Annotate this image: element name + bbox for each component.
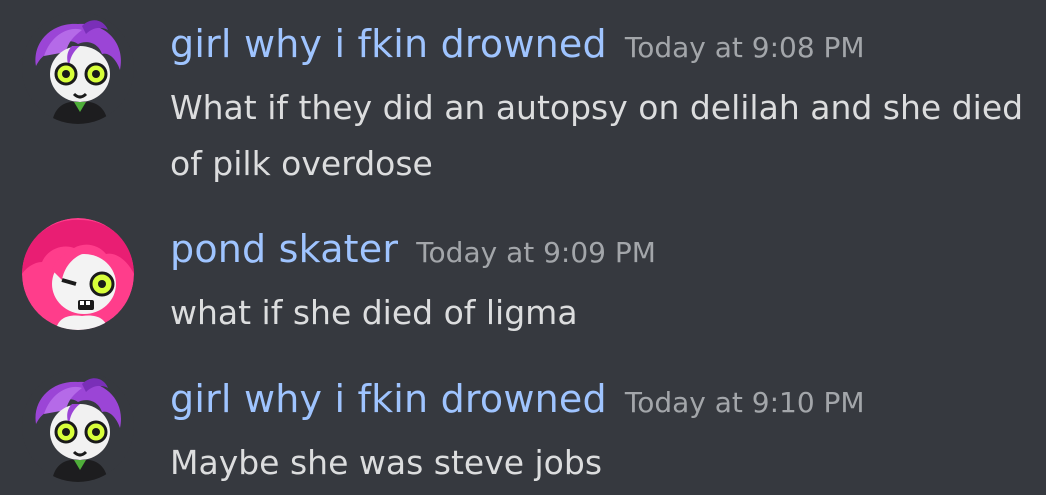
- message-header: pond skater Today at 9:09 PM: [170, 227, 656, 271]
- message-content: What if they did an autopsy on delilah a…: [170, 80, 1030, 192]
- username[interactable]: girl why i fkin drowned: [170, 377, 607, 421]
- message-group: pond skater Today at 9:09 PM what if she …: [0, 205, 1046, 355]
- purple-haired-avatar-icon[interactable]: [22, 12, 134, 124]
- timestamp: Today at 9:08 PM: [624, 31, 865, 64]
- message-content: Maybe she was steve jobs: [170, 435, 1030, 491]
- message-line: Maybe she was steve jobs: [170, 443, 603, 482]
- pink-haired-avatar-icon[interactable]: [22, 218, 134, 330]
- username[interactable]: pond skater: [170, 227, 398, 271]
- message-header: girl why i fkin drowned Today at 9:08 PM: [170, 22, 865, 66]
- timestamp: Today at 9:10 PM: [624, 386, 865, 419]
- message-group: girl why i fkin drowned Today at 9:10 PM …: [0, 355, 1046, 495]
- message-header: girl why i fkin drowned Today at 9:10 PM: [170, 377, 865, 421]
- message-line: what if she died of ligma: [170, 293, 578, 332]
- message-group: girl why i fkin drowned Today at 9:08 PM …: [0, 0, 1046, 205]
- message-line: of pilk overdose: [170, 144, 433, 183]
- username[interactable]: girl why i fkin drowned: [170, 22, 607, 66]
- message-line: What if they did an autopsy on delilah a…: [170, 88, 1024, 127]
- message-content: what if she died of ligma: [170, 285, 1030, 341]
- timestamp: Today at 9:09 PM: [416, 236, 656, 269]
- purple-haired-avatar-icon[interactable]: [22, 370, 134, 482]
